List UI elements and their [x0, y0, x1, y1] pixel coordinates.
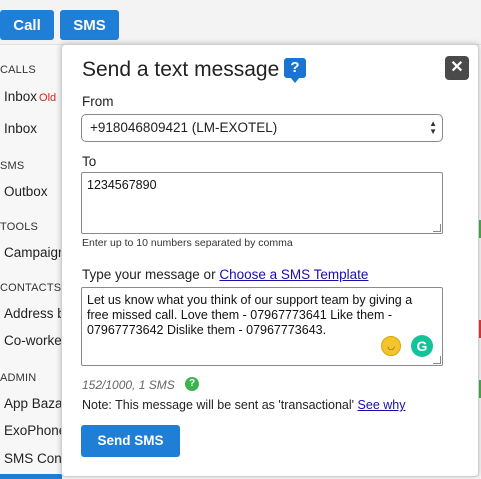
message-value: Let us know what you think of our suppor… [87, 293, 413, 337]
see-why-link[interactable]: See why [358, 398, 406, 412]
from-value: +918046809421 (LM-EXOTEL) [90, 120, 278, 135]
from-select[interactable]: +918046809421 (LM-EXOTEL) ▲ ▼ [81, 114, 443, 142]
to-hint: Enter up to 10 numbers separated by comm… [82, 237, 293, 249]
sidebar-item-address-book[interactable]: Address b [4, 306, 65, 321]
to-label: To [82, 154, 97, 169]
old-badge: Old [39, 92, 57, 104]
sidebar-item-label: Inbox [4, 89, 38, 104]
call-button[interactable]: Call [0, 10, 54, 40]
emoji-icon[interactable]: ◡ [381, 336, 401, 356]
sidebar-item-outbox[interactable]: Outbox [4, 184, 48, 199]
resize-handle-icon[interactable] [433, 356, 441, 364]
sidebar-item-sms-config[interactable]: SMS Conf [4, 451, 66, 466]
transactional-note: Note: This message will be sent as 'tran… [82, 398, 405, 412]
sidebar-item-coworkers[interactable]: Co-worke [4, 333, 62, 348]
sms-button[interactable]: SMS [60, 10, 119, 40]
resize-handle-icon[interactable] [433, 224, 441, 232]
sidebar-active-indicator [0, 474, 62, 479]
to-field[interactable]: 1234567890 [81, 172, 443, 234]
sidebar-item-inbox-old[interactable]: Inbox Old [4, 89, 56, 104]
sidebar-section-tools: TOOLS [0, 221, 39, 233]
send-sms-dialog: Send a text message ? ✕ From +9180468094… [61, 44, 479, 477]
dialog-title: Send a text message [82, 58, 280, 81]
char-count: 152/1000, 1 SMS [82, 378, 175, 392]
grammarly-icon[interactable]: G [411, 335, 433, 357]
sidebar-item-exophone[interactable]: ExoPhone [4, 423, 66, 438]
sidebar-section-calls: CALLS [0, 64, 36, 76]
help-icon[interactable]: ? [284, 58, 306, 83]
sidebar-item-inbox[interactable]: Inbox [4, 121, 37, 136]
close-icon[interactable]: ✕ [445, 56, 469, 80]
sidebar-item-app-bazaar[interactable]: App Baza [4, 396, 63, 411]
from-label: From [82, 94, 114, 109]
select-arrows-icon: ▲ ▼ [429, 119, 437, 136]
sidebar-section-sms: SMS [0, 160, 25, 172]
to-value: 1234567890 [87, 178, 157, 192]
message-label: Type your message or [82, 267, 216, 282]
top-bar: Call SMS [0, 0, 481, 45]
note-text: Note: This message will be sent as 'tran… [82, 398, 355, 412]
check-icon: ? [185, 377, 199, 391]
sidebar-section-admin: ADMIN [0, 372, 37, 384]
choose-template-link[interactable]: Choose a SMS Template [219, 267, 368, 282]
sidebar: CALLS Inbox Old Inbox SMS Outbox TOOLS Ca… [0, 45, 66, 479]
message-label-row: Type your message or Choose a SMS Templa… [82, 267, 368, 282]
send-sms-button[interactable]: Send SMS [81, 425, 180, 457]
sidebar-item-campaign[interactable]: Campaign [4, 245, 66, 260]
sidebar-section-contacts: CONTACTS [0, 282, 62, 294]
